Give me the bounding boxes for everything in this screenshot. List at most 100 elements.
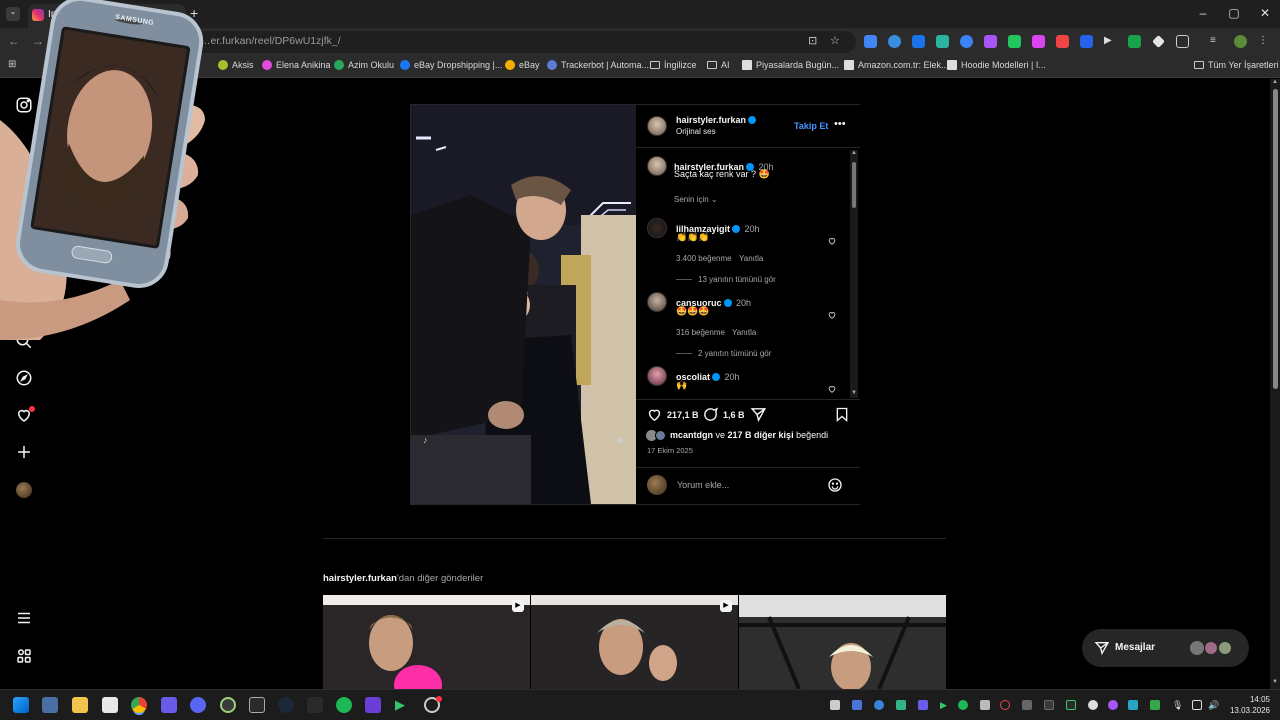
options-dots-icon[interactable]: •••: [834, 118, 846, 130]
create-plus-icon[interactable]: [15, 443, 33, 461]
tray-icon-14[interactable]: [1108, 700, 1118, 710]
file-explorer-icon[interactable]: [72, 697, 88, 713]
tray-icon-9[interactable]: [1000, 700, 1010, 710]
bookmark-aksis[interactable]: Aksis: [218, 60, 254, 70]
comment-like-heart-icon[interactable]: [827, 384, 837, 394]
scroll-up-arrow-icon[interactable]: ▲: [1272, 79, 1278, 85]
scrollbar-thumb[interactable]: [1273, 89, 1278, 389]
extension-icon-10[interactable]: [1080, 35, 1093, 48]
comments-scrollbar[interactable]: ▲ ▼: [850, 150, 858, 398]
maximize-icon[interactable]: ▢: [1219, 6, 1249, 20]
follow-button[interactable]: Takip Et: [794, 121, 828, 131]
post-thumbnail[interactable]: [739, 595, 946, 689]
audio-label[interactable]: Orijinal ses: [676, 127, 716, 136]
microphone-icon[interactable]: 🎙: [1172, 700, 1183, 710]
audio-extension-icon[interactable]: [888, 35, 901, 48]
bookmark-azim[interactable]: Azim Okulu: [334, 60, 394, 70]
translate-extension-icon[interactable]: [864, 35, 877, 48]
extensions-puzzle-icon[interactable]: [1176, 35, 1189, 48]
bookmark-folder-ingilizce[interactable]: İngilizce: [650, 60, 697, 70]
bookmark-folder-ai[interactable]: AI: [707, 60, 730, 70]
reel-video[interactable]: ♪ ◉: [411, 105, 636, 504]
spotify-icon[interactable]: [336, 697, 352, 713]
comment-like-heart-icon[interactable]: [827, 310, 837, 320]
post-thumbnail[interactable]: ▶: [531, 595, 738, 689]
author-avatar[interactable]: [647, 116, 667, 136]
caption-avatar[interactable]: [647, 156, 667, 176]
volume-icon[interactable]: 🔊: [1208, 700, 1219, 710]
chrome-icon[interactable]: [131, 697, 147, 713]
bookmark-piyasalar[interactable]: Piyasalarda Bugün...: [742, 60, 839, 70]
store-icon[interactable]: [102, 697, 118, 713]
like-count[interactable]: 217,1 B: [667, 410, 699, 420]
extension-icon-9[interactable]: [1056, 35, 1069, 48]
bookmark-elena[interactable]: Elena Anikina: [262, 60, 331, 70]
bookmark-amazon[interactable]: Amazon.com.tr: Elek...: [844, 60, 949, 70]
tray-icon-2[interactable]: [852, 700, 862, 710]
system-clock[interactable]: 14:05 13.03.2026: [1222, 694, 1270, 716]
xbox-icon[interactable]: [220, 697, 236, 713]
liked-by-user[interactable]: mcantdgn: [670, 430, 713, 440]
view-replies-button[interactable]: 2 yanıtın tümünü gör: [698, 349, 771, 358]
comment-bubble-icon[interactable]: [702, 406, 719, 423]
more-menu-icon[interactable]: [15, 609, 33, 627]
app-icon-13[interactable]: [365, 697, 381, 713]
author-username[interactable]: hairstyler.furkan: [676, 115, 757, 125]
epic-games-icon[interactable]: [249, 697, 265, 713]
tray-icon-12[interactable]: [1066, 700, 1076, 710]
bookmark-trackerbot[interactable]: Trackerbot | Automa...: [547, 60, 649, 70]
close-icon[interactable]: ✕: [1250, 6, 1280, 20]
post-thumbnail[interactable]: ▶: [323, 595, 530, 689]
comment-like-heart-icon[interactable]: [827, 236, 837, 246]
liked-by-others[interactable]: 217 B diğer kişi: [728, 430, 794, 440]
comment-avatar[interactable]: [647, 292, 667, 312]
extension-icon-3[interactable]: [912, 35, 925, 48]
tray-icon-3[interactable]: [874, 700, 884, 710]
tray-icon-13[interactable]: [1088, 700, 1098, 710]
comment-count[interactable]: 1,6 B: [723, 410, 745, 420]
tray-icon-10[interactable]: [1022, 700, 1032, 710]
play-extension-icon[interactable]: ▶: [1104, 35, 1117, 48]
tray-icon-11[interactable]: [1044, 700, 1054, 710]
like-heart-icon[interactable]: [646, 406, 663, 423]
bookmark-hoodie[interactable]: Hoodie Modelleri | I...: [947, 60, 1046, 70]
page-scrollbar[interactable]: ▲ ▼: [1270, 79, 1280, 689]
tray-icon-8[interactable]: [980, 700, 990, 710]
extension-icon-12[interactable]: [1128, 35, 1141, 48]
comments-scroll[interactable]: hairstyler.furkan 20h Saçta kaç renk var…: [636, 148, 860, 398]
profile-avatar-icon[interactable]: [1234, 35, 1247, 48]
tray-icon-15[interactable]: [1128, 700, 1138, 710]
audio-muted-icon[interactable]: ♪: [423, 435, 428, 445]
windows-start-icon[interactable]: [13, 697, 29, 713]
bookmark-ebay-dropshipping[interactable]: eBay Dropshipping |...: [400, 60, 502, 70]
task-view-icon[interactable]: [42, 697, 58, 713]
bookmark-ebay[interactable]: eBay: [505, 60, 540, 70]
comment-likes[interactable]: 316 beğenme: [676, 328, 725, 337]
menu-dots-icon[interactable]: ⋮: [1258, 35, 1271, 48]
view-replies-button[interactable]: 13 yanıtın tümünü gör: [698, 275, 776, 284]
messages-button[interactable]: Mesajlar: [1082, 629, 1249, 667]
also-from-meta-icon[interactable]: [15, 647, 33, 665]
extension-icon-6[interactable]: [984, 35, 997, 48]
tray-spotify-icon[interactable]: [958, 700, 968, 710]
app-icon-6[interactable]: [161, 697, 177, 713]
liked-by-avatars[interactable]: [646, 430, 668, 441]
share-send-icon[interactable]: [750, 406, 767, 423]
tray-icon-6[interactable]: ▶: [940, 700, 950, 710]
minimize-icon[interactable]: –: [1188, 6, 1218, 20]
comment-avatar[interactable]: [647, 218, 667, 238]
comment-likes[interactable]: 3.400 beğenme: [676, 254, 732, 263]
for-you-dropdown[interactable]: Senin için ⌄: [674, 195, 718, 204]
scrollbar-thumb[interactable]: [852, 162, 856, 208]
tag-user-icon[interactable]: ◉: [616, 435, 624, 446]
scroll-down-arrow-icon[interactable]: ▼: [1272, 679, 1278, 685]
extension-icon-13[interactable]: [1152, 35, 1165, 48]
all-bookmarks[interactable]: Tüm Yer İşaretleri: [1194, 60, 1279, 70]
app-icon-11[interactable]: [307, 697, 323, 713]
reply-button[interactable]: Yanıtla: [732, 328, 756, 337]
bookmark-star-icon[interactable]: ☆: [830, 34, 840, 47]
extension-icon-5[interactable]: [960, 35, 973, 48]
discord-icon[interactable]: [190, 697, 206, 713]
save-bookmark-icon[interactable]: [834, 406, 850, 423]
comment-input[interactable]: Yorum ekle...: [677, 480, 729, 490]
